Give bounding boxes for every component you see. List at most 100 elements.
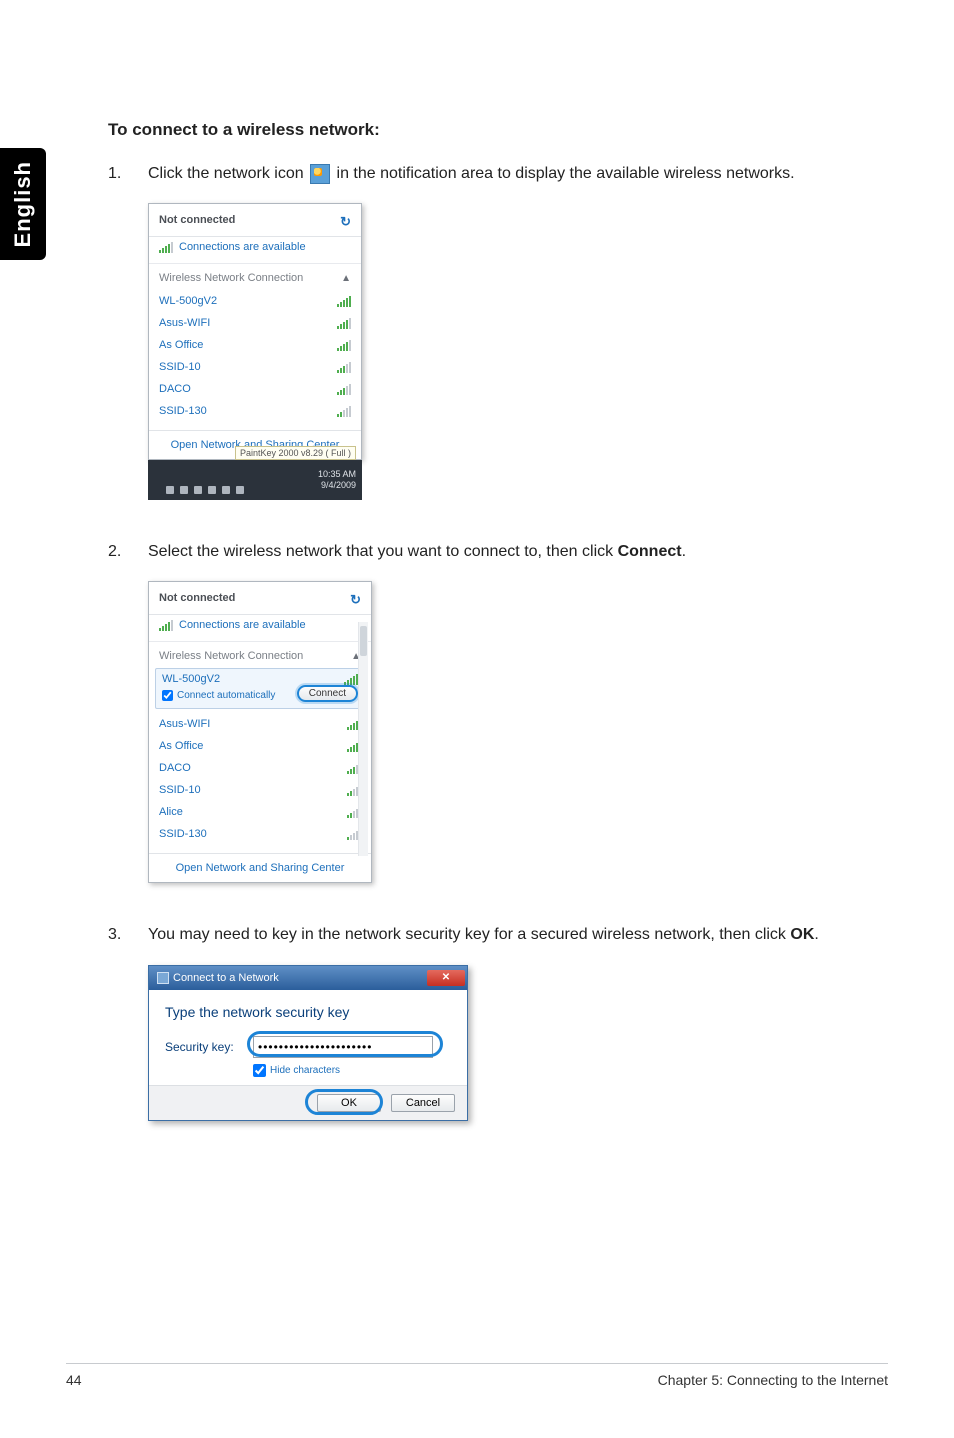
step-1-text-before: Click the network icon (148, 165, 308, 182)
step-2-bold: Connect (618, 543, 682, 560)
network-name: DACO (159, 762, 191, 774)
language-tab: English (0, 148, 46, 260)
security-key-input[interactable] (253, 1036, 433, 1058)
flyout1-network-list: WL-500gV2 Asus-WIFI As Office SSID-10 (149, 288, 361, 430)
window-icon (157, 972, 169, 984)
chapter-label: Chapter 5: Connecting to the Internet (658, 1372, 888, 1388)
hide-characters-label: Hide characters (270, 1065, 340, 1076)
cancel-button[interactable]: Cancel (391, 1094, 455, 1112)
step-2: 2. Select the wireless network that you … (108, 540, 846, 563)
screenshot-network-flyout-2: Not connected ↻ Connections are availabl… (148, 581, 846, 883)
signal-bars-icon (337, 361, 351, 373)
connect-button[interactable]: Connect (297, 685, 358, 702)
signal-icon (159, 619, 173, 631)
close-button[interactable]: ✕ (427, 970, 465, 986)
flyout1-available: Connections are available (179, 241, 306, 253)
dialog-titlebar: Connect to a Network ✕ (149, 966, 467, 990)
security-key-label: Security key: (165, 1040, 243, 1054)
network-name: SSID-10 (159, 784, 201, 796)
ok-button[interactable]: OK (317, 1094, 381, 1112)
network-name: SSID-130 (159, 828, 207, 840)
network-item[interactable]: DACO (149, 757, 371, 779)
taskbar-tray: PaintKey 2000 v8.29 ( Full ) 10:35 AM 9/… (148, 460, 362, 500)
page-number: 44 (66, 1372, 82, 1388)
scrollbar[interactable] (358, 622, 368, 856)
network-name: DACO (159, 383, 191, 395)
connect-auto-label: Connect automatically (177, 690, 275, 701)
flyout2-network-list: Asus-WIFI As Office DACO SSID-10 Alice (149, 711, 371, 853)
flyout2-title: Not connected (159, 592, 235, 604)
network-item[interactable]: DACO (149, 378, 361, 400)
security-key-dialog: Connect to a Network ✕ Type the network … (148, 965, 468, 1121)
refresh-icon[interactable]: ↻ (350, 592, 361, 608)
network-name: SSID-10 (159, 361, 201, 373)
network-name: Asus-WIFI (159, 718, 210, 730)
hide-characters-input[interactable] (253, 1064, 266, 1077)
tray-time: 10:35 AM (318, 469, 356, 480)
section-heading: To connect to a wireless network: (108, 120, 846, 140)
network-item[interactable]: As Office (149, 334, 361, 356)
signal-bars-icon (337, 317, 351, 329)
step-3-number: 3. (108, 923, 148, 946)
network-flyout-2: Not connected ↻ Connections are availabl… (148, 581, 372, 883)
network-item[interactable]: SSID-10 (149, 779, 371, 801)
dialog-prompt: Type the network security key (165, 1004, 451, 1020)
network-name: As Office (159, 740, 203, 752)
signal-icon (159, 241, 173, 253)
tray-icon[interactable] (208, 486, 216, 494)
network-name: As Office (159, 339, 203, 351)
network-name: SSID-130 (159, 405, 207, 417)
selected-network-name: WL-500gV2 (162, 673, 220, 685)
tray-tooltip: PaintKey 2000 v8.29 ( Full ) (235, 446, 356, 460)
network-name: Asus-WIFI (159, 317, 210, 329)
open-network-sharing-link[interactable]: Open Network and Sharing Center (149, 853, 371, 882)
signal-bars-icon (337, 339, 351, 351)
step-1: 1. Click the network icon in the notific… (108, 162, 846, 185)
signal-bars-icon (337, 295, 351, 307)
tray-icon[interactable] (166, 486, 174, 494)
network-name: WL-500gV2 (159, 295, 217, 307)
tray-icon[interactable] (236, 486, 244, 494)
signal-bars-icon (337, 383, 351, 395)
network-name: Alice (159, 806, 183, 818)
connect-auto-input[interactable] (162, 690, 173, 701)
tray-icon[interactable] (194, 486, 202, 494)
step-2-text-b: . (682, 543, 686, 560)
screenshot-security-key-dialog: Connect to a Network ✕ Type the network … (148, 965, 846, 1121)
step-3-text-a: You may need to key in the network secur… (148, 926, 790, 943)
screenshot-network-flyout-1: Not connected ↻ Connections are availabl… (148, 203, 846, 500)
flyout1-title: Not connected (159, 214, 235, 226)
step-3-bold: OK (790, 926, 814, 943)
network-tray-icon (310, 164, 330, 184)
step-3-text-b: . (814, 926, 818, 943)
connect-automatically-checkbox[interactable]: Connect automatically (162, 690, 275, 701)
network-item[interactable]: WL-500gV2 (149, 290, 361, 312)
tray-date: 9/4/2009 (321, 480, 356, 491)
network-item[interactable]: Alice (149, 801, 371, 823)
tray-icon[interactable] (222, 486, 230, 494)
dialog-title: Connect to a Network (173, 972, 279, 984)
selected-network-panel: WL-500gV2 Connect automatically Connect (155, 668, 365, 709)
chevron-up-icon[interactable]: ▲ (341, 273, 351, 284)
flyout2-available: Connections are available (179, 619, 306, 631)
network-flyout-1: Not connected ↻ Connections are availabl… (148, 203, 362, 460)
signal-bars-icon (337, 405, 351, 417)
network-item[interactable]: Asus-WIFI (149, 713, 371, 735)
network-item[interactable]: Asus-WIFI (149, 312, 361, 334)
step-3: 3. You may need to key in the network se… (108, 923, 846, 946)
tray-icon[interactable] (180, 486, 188, 494)
network-item[interactable]: SSID-130 (149, 823, 371, 845)
network-item[interactable]: SSID-10 (149, 356, 361, 378)
flyout1-section-label: Wireless Network Connection (159, 272, 303, 284)
refresh-icon[interactable]: ↻ (340, 214, 351, 230)
network-item[interactable]: As Office (149, 735, 371, 757)
step-2-text-a: Select the wireless network that you wan… (148, 543, 618, 560)
hide-characters-checkbox[interactable]: Hide characters (253, 1064, 451, 1077)
network-item[interactable]: SSID-130 (149, 400, 361, 422)
page-footer: 44 Chapter 5: Connecting to the Internet (66, 1363, 888, 1388)
step-2-number: 2. (108, 540, 148, 563)
flyout2-section-label: Wireless Network Connection (159, 650, 303, 662)
tray-icons (166, 486, 244, 494)
step-1-number: 1. (108, 162, 148, 185)
signal-bars-icon (344, 673, 358, 685)
